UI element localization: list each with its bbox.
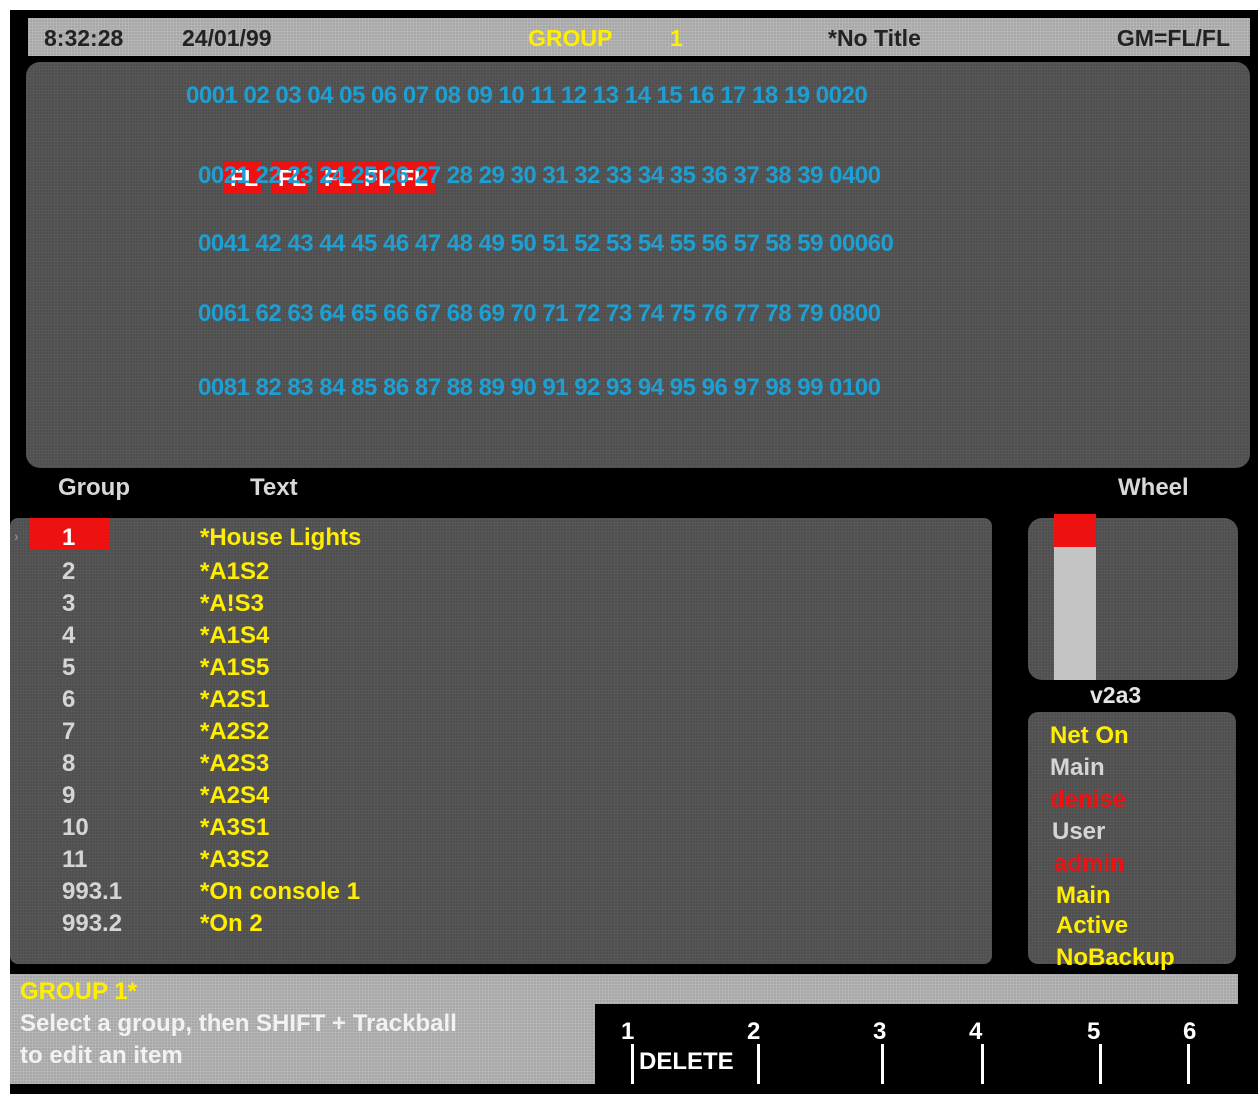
- group-number: 8: [62, 750, 76, 777]
- channel-row: 0041 42 43 44 45 46 47 48 49 50 51 52 53…: [26, 230, 1226, 260]
- group-text: *A1S4: [200, 622, 270, 649]
- list-item[interactable]: 11 *A3S2: [10, 846, 990, 878]
- group-text: *A2S1: [200, 686, 270, 713]
- group-number: 6: [62, 686, 76, 713]
- group-text: *On console 1: [200, 878, 361, 905]
- list-item[interactable]: 10 *A3S1: [10, 814, 990, 846]
- softkey-3-number: 3: [873, 1018, 887, 1045]
- group-text: *A2S4: [200, 782, 270, 809]
- wheel-header: Wheel: [1118, 474, 1189, 501]
- title-bar: 8:32:28 24/01/99 GROUP 1 *No Title GM=FL…: [28, 18, 1250, 56]
- channel-row: 0001 02 03 04 05 06 07 08 09 10 11 12 13…: [26, 82, 1226, 112]
- softkey-6-number: 6: [1183, 1018, 1197, 1045]
- user-label: User: [1052, 818, 1106, 845]
- display-group-number: 1: [670, 25, 683, 51]
- channel-row-label[interactable]: 0081 82 83 84 85 86 87 88 89 90 91 92 93…: [198, 374, 881, 402]
- channel-grid: 0001 02 03 04 05 06 07 08 09 10 11 12 13…: [26, 62, 1250, 468]
- group-text: *A3S1: [200, 814, 270, 841]
- channel-row-label[interactable]: 0061 62 63 64 65 66 67 68 69 70 71 72 73…: [198, 300, 881, 328]
- command-line[interactable]: GROUP 1*: [20, 978, 137, 1006]
- group-list: 1 *House Lights 2 *A1S2 3 *A!S3 4 *A1S4 …: [10, 518, 992, 964]
- group-number: 4: [62, 622, 76, 649]
- group-text: *A2S2: [200, 718, 270, 745]
- list-item[interactable]: 6 *A2S1: [10, 686, 990, 718]
- clock-date: 24/01/99: [182, 25, 272, 51]
- list-item[interactable]: 5 *A1S5: [10, 654, 990, 686]
- prompt-area: Select a group, then SHIFT + Trackball t…: [10, 1004, 595, 1084]
- softkey-divider: [881, 1044, 884, 1084]
- show-title: *No Title: [828, 25, 921, 51]
- channel-row: 0081 82 83 84 85 86 87 88 89 90 91 92 93…: [26, 374, 1226, 404]
- list-item[interactable]: 7 *A2S2: [10, 718, 990, 750]
- clock-time: 8:32:28: [44, 25, 124, 51]
- group-text: *A1S5: [200, 654, 270, 681]
- command-line-bar: [10, 974, 1238, 1004]
- main-label: Main: [1050, 754, 1105, 781]
- softkey-bar: 1 DELETE 2 3 4 5 6: [595, 1004, 1238, 1084]
- channel-row: 0021 22 23 24 25 26 27 28 29 30 31 32 33…: [26, 162, 1226, 192]
- prompt-line-2: to edit an item: [20, 1042, 183, 1069]
- backup-status: NoBackup: [1056, 944, 1175, 971]
- softkey-1-number: 1: [621, 1018, 635, 1045]
- active-status: Active: [1056, 912, 1129, 939]
- softkey-4-number: 4: [969, 1018, 983, 1045]
- softkey-5-number: 5: [1087, 1018, 1101, 1045]
- softkey-divider: [981, 1044, 984, 1084]
- software-version: v2a3: [1090, 682, 1142, 708]
- softkey-divider: [757, 1044, 760, 1084]
- group-number: 9: [62, 782, 76, 809]
- main-status: Main: [1056, 882, 1111, 909]
- list-item[interactable]: 993.2 *On 2: [10, 910, 990, 942]
- channel-row-label[interactable]: 0041 42 43 44 45 46 47 48 49 50 51 52 53…: [198, 230, 894, 258]
- group-number: 5: [62, 654, 76, 681]
- list-item[interactable]: 8 *A2S3: [10, 750, 990, 782]
- group-number: 993.1: [62, 878, 123, 905]
- softkey-divider: [1187, 1044, 1190, 1084]
- softkey-delete-button[interactable]: DELETE: [639, 1048, 734, 1076]
- group-number: 993.2: [62, 910, 123, 937]
- softkey-divider: [631, 1044, 634, 1084]
- prompt-line-1: Select a group, then SHIFT + Trackball: [20, 1010, 457, 1037]
- softkey-divider: [1099, 1044, 1102, 1084]
- group-text: *A!S3: [200, 590, 265, 617]
- list-item[interactable]: 4 *A1S4: [10, 622, 990, 654]
- display-mode: GROUP: [528, 25, 613, 51]
- user-name: denise: [1050, 786, 1127, 813]
- group-text: *A2S3: [200, 750, 270, 777]
- group-number: 1: [62, 524, 76, 551]
- channel-row-label[interactable]: 0021 22 23 24 25 26 27 28 29 30 31 32 33…: [198, 162, 881, 190]
- group-text: *On 2: [200, 910, 263, 937]
- group-text: *A1S2: [200, 558, 270, 585]
- group-number: 7: [62, 718, 76, 745]
- group-number: 3: [62, 590, 76, 617]
- wheel-level-indicator[interactable]: [1054, 514, 1096, 547]
- user-role: admin: [1054, 850, 1125, 877]
- channel-row-label[interactable]: 0001 02 03 04 05 06 07 08 09 10 11 12 13…: [186, 82, 868, 110]
- softkey-2-number: 2: [747, 1018, 761, 1045]
- list-item[interactable]: 2 *A1S2: [10, 558, 990, 590]
- list-item[interactable]: 3 *A!S3: [10, 590, 990, 622]
- list-item[interactable]: 9 *A2S4: [10, 782, 990, 814]
- selected-group-number: 1: [10, 524, 990, 556]
- group-column-header: Group: [58, 474, 130, 501]
- channel-row: 0061 62 63 64 65 66 67 68 69 70 71 72 73…: [26, 300, 1226, 330]
- group-number: 10: [62, 814, 89, 841]
- group-text: *A3S2: [200, 846, 270, 873]
- group-number: 2: [62, 558, 76, 585]
- grandmaster-status: GM=FL/FL: [1116, 25, 1230, 51]
- group-number: 11: [62, 846, 88, 873]
- net-status: Net On: [1050, 722, 1129, 749]
- list-item[interactable]: 993.1 *On console 1: [10, 878, 990, 910]
- text-column-header: Text: [250, 474, 298, 501]
